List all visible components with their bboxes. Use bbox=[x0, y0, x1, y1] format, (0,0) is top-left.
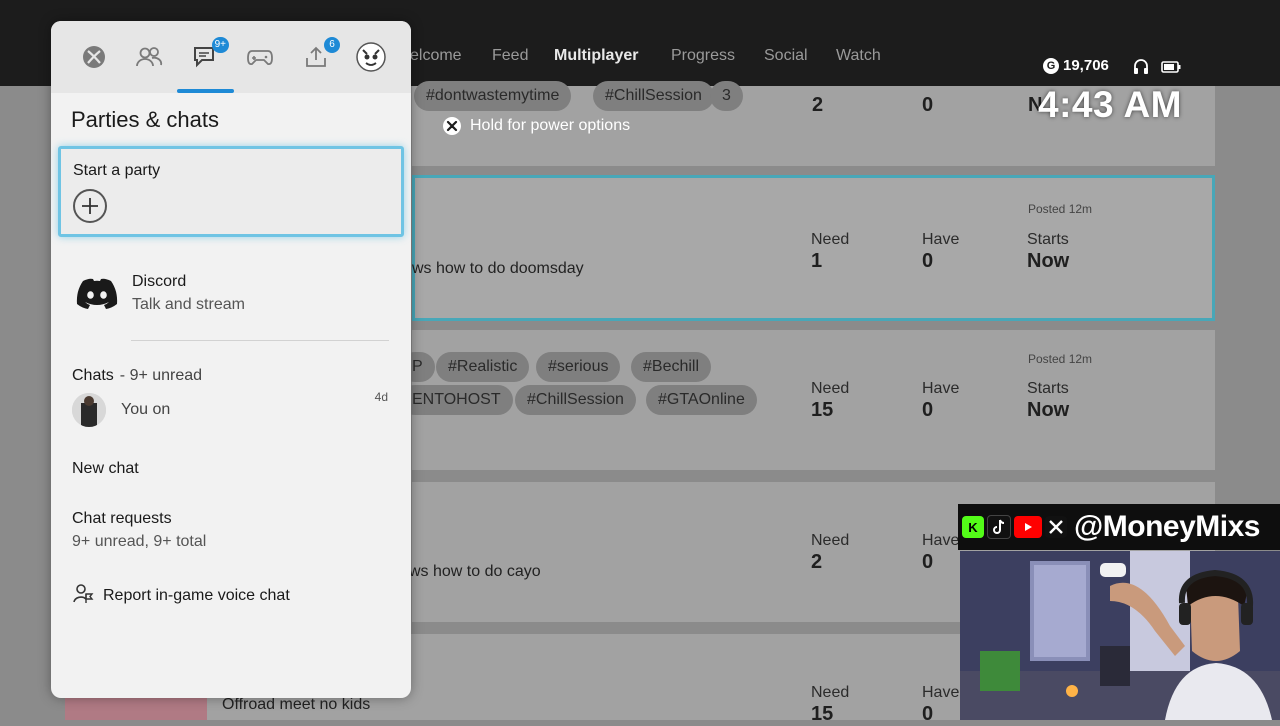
power-hint-text: Hold for power options bbox=[470, 117, 631, 134]
start-party-label: Start a party bbox=[73, 162, 161, 179]
nav-tab-social[interactable]: Social bbox=[764, 47, 808, 65]
post-tag: #Realistic bbox=[436, 352, 530, 382]
tab-people[interactable] bbox=[131, 41, 167, 77]
starts-value: Now bbox=[1027, 250, 1070, 272]
tab-games[interactable] bbox=[242, 41, 278, 77]
have-label: Have bbox=[922, 380, 960, 397]
headset-icon bbox=[1132, 58, 1150, 81]
stream-overlay-banner: K @MoneyMixs bbox=[958, 504, 1280, 550]
starts-value: Now bbox=[1027, 399, 1070, 421]
have-value: 0 bbox=[922, 94, 934, 116]
chats-unread-count: - 9+ unread bbox=[119, 367, 203, 384]
upload-badge: 6 bbox=[324, 37, 340, 53]
post-tag: 3 bbox=[710, 81, 743, 111]
streamer-handle: @MoneyMixs bbox=[1074, 510, 1260, 543]
controller-icon bbox=[246, 46, 274, 73]
need-label: Need bbox=[811, 684, 850, 701]
need-label: Need bbox=[811, 231, 850, 248]
youtube-icon bbox=[1014, 516, 1042, 538]
chat-timestamp: 4d bbox=[374, 390, 388, 404]
need-label: Need bbox=[811, 532, 850, 549]
active-tab-indicator bbox=[177, 89, 234, 93]
power-options-hint: Hold for power options bbox=[443, 117, 630, 135]
have-label: Have bbox=[922, 231, 960, 248]
chats-header: Chats - 9+ unread bbox=[72, 367, 202, 385]
report-label: Report in-game voice chat bbox=[103, 586, 290, 604]
discord-sublabel: Talk and stream bbox=[132, 296, 245, 313]
tab-home[interactable] bbox=[76, 41, 112, 77]
have-label: Have bbox=[922, 532, 960, 549]
post-description: ws how to do cayo bbox=[409, 563, 541, 580]
posted-time: Posted 12m bbox=[1028, 202, 1093, 216]
need-value: 15 bbox=[811, 399, 834, 421]
tab-parties-chats[interactable]: 9+ bbox=[187, 37, 229, 77]
have-value: 0 bbox=[922, 250, 934, 272]
post-description: Offroad meet no kids bbox=[222, 696, 371, 713]
report-voice-chat-button[interactable]: Report in-game voice chat bbox=[72, 582, 290, 609]
post-tag: #dontwastemytime bbox=[414, 81, 572, 111]
need-value: 2 bbox=[812, 94, 824, 116]
discord-item[interactable]: Discord Talk and stream bbox=[71, 264, 391, 324]
new-chat-button[interactable]: New chat bbox=[72, 460, 139, 478]
clock: 4:43 AM bbox=[1038, 84, 1183, 125]
webcam-feed bbox=[960, 551, 1280, 720]
posted-time: Posted 12m bbox=[1028, 352, 1093, 366]
nav-tab-feed[interactable]: Feed bbox=[492, 47, 528, 65]
chat-list-item[interactable]: You on 4d bbox=[72, 390, 392, 429]
avatar bbox=[72, 393, 106, 427]
tab-capture-share[interactable]: 6 bbox=[298, 37, 340, 77]
need-label: Need bbox=[811, 380, 850, 397]
tab-profile[interactable] bbox=[353, 41, 389, 77]
gamerscore: G 19,706 bbox=[1043, 57, 1109, 74]
guide-panel: 9+ 6 Parties & chats Start a party Disco… bbox=[51, 21, 411, 698]
post-tag: #serious bbox=[536, 352, 621, 382]
post-tag: #GTAOnline bbox=[646, 385, 757, 415]
gamerscore-icon: G bbox=[1043, 57, 1059, 74]
x-icon bbox=[1045, 516, 1067, 538]
nav-tab-multiplayer[interactable]: Multiplayer bbox=[554, 47, 638, 65]
tiktok-icon bbox=[987, 515, 1011, 539]
divider bbox=[131, 340, 389, 341]
post-tag: #ChillSession bbox=[515, 385, 636, 415]
xbox-button-icon bbox=[443, 117, 461, 135]
post-tag: #Bechill bbox=[631, 352, 712, 382]
need-value: 2 bbox=[811, 551, 823, 573]
have-value: 0 bbox=[922, 551, 934, 573]
post-tag: #ChillSession bbox=[593, 81, 714, 111]
xbox-icon bbox=[81, 44, 107, 75]
lfg-post-card[interactable]: Posted 12m P #Realistic #serious #Bechil… bbox=[400, 330, 1215, 470]
gamerscore-value: 19,706 bbox=[1063, 57, 1109, 74]
nav-tab-watch[interactable]: Watch bbox=[836, 47, 881, 65]
starts-label: Starts bbox=[1027, 380, 1069, 397]
have-value: 0 bbox=[922, 399, 934, 421]
post-tag: ENTOHOST bbox=[400, 385, 513, 415]
lfg-post-card-focused[interactable]: Posted 12m ws how to do doomsday Need 1 … bbox=[412, 175, 1215, 321]
post-description: ws how to do doomsday bbox=[412, 260, 584, 277]
chats-label: Chats bbox=[72, 367, 114, 384]
need-value: 15 bbox=[811, 703, 834, 725]
have-label: Have bbox=[922, 684, 960, 701]
people-icon bbox=[135, 44, 163, 75]
start-party-button[interactable]: Start a party bbox=[58, 146, 404, 237]
guide-tab-bar: 9+ 6 bbox=[51, 21, 411, 93]
have-value: 0 bbox=[922, 703, 934, 725]
chat-preview: You on bbox=[121, 401, 171, 418]
kick-icon: K bbox=[962, 516, 984, 538]
chat-requests-count: 9+ unread, 9+ total bbox=[72, 533, 207, 550]
chat-badge: 9+ bbox=[211, 37, 229, 53]
report-icon bbox=[72, 582, 94, 609]
nav-tab-progress[interactable]: Progress bbox=[671, 47, 735, 65]
discord-icon bbox=[75, 277, 119, 316]
discord-label: Discord bbox=[132, 273, 187, 290]
profile-icon bbox=[356, 41, 386, 77]
chat-requests-button[interactable]: Chat requests bbox=[72, 510, 172, 528]
need-value: 1 bbox=[811, 250, 823, 272]
nav-tab-welcome[interactable]: elcome bbox=[410, 47, 462, 65]
page-title: Parties & chats bbox=[71, 107, 219, 132]
plus-icon bbox=[73, 189, 107, 223]
starts-label: Starts bbox=[1027, 231, 1069, 248]
battery-icon bbox=[1161, 60, 1181, 78]
